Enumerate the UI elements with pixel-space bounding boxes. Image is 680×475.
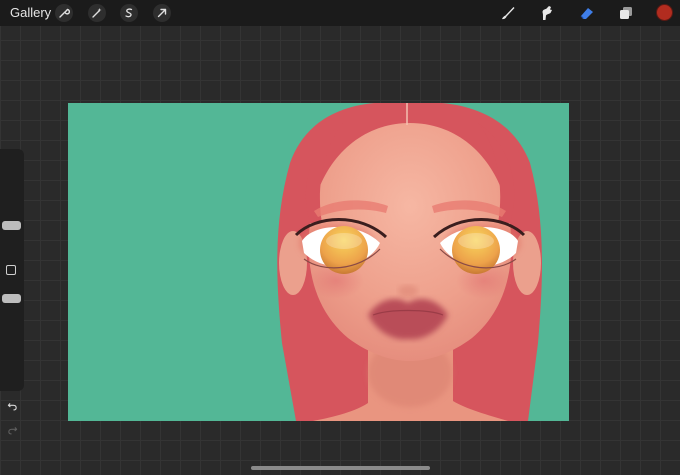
gallery-button[interactable]: Gallery bbox=[10, 5, 51, 20]
color-picker-swatch[interactable] bbox=[656, 4, 673, 21]
magic-wand-icon[interactable] bbox=[88, 4, 106, 22]
wrench-icon[interactable] bbox=[55, 4, 73, 22]
eraser-icon[interactable] bbox=[577, 3, 597, 23]
top-toolbar: Gallery bbox=[0, 0, 680, 26]
brush-icon[interactable] bbox=[498, 3, 518, 23]
transform-arrow-icon[interactable] bbox=[153, 4, 171, 22]
left-sidebar bbox=[0, 149, 24, 434]
brush-size-slider[interactable] bbox=[2, 221, 21, 230]
modify-button[interactable] bbox=[6, 265, 16, 275]
redo-icon[interactable] bbox=[4, 421, 20, 437]
drawing-canvas[interactable] bbox=[68, 103, 569, 421]
opacity-slider[interactable] bbox=[2, 294, 21, 303]
portrait-artwork bbox=[277, 103, 542, 421]
home-indicator[interactable] bbox=[251, 466, 430, 470]
undo-icon[interactable] bbox=[4, 397, 20, 413]
layers-icon[interactable] bbox=[616, 3, 636, 23]
selection-icon[interactable] bbox=[120, 4, 138, 22]
smudge-icon[interactable] bbox=[537, 3, 557, 23]
